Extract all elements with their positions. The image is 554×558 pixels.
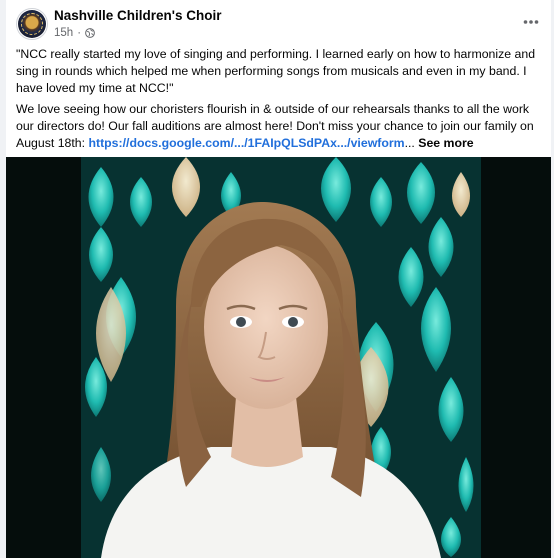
more-options-button[interactable] [517,8,545,36]
page-avatar[interactable] [16,8,48,40]
globe-icon [85,28,95,38]
post-body: We love seeing how our choristers flouri… [16,101,544,152]
timestamp[interactable]: 15h [54,27,73,39]
post-text: "NCC really started my love of singing a… [16,46,544,156]
ellipsis: ... [404,136,415,150]
post-meta: 15h · [54,27,95,39]
audition-form-link[interactable]: https://docs.google.com/.../1FAIpQLSdPAx… [88,136,404,150]
see-more-button[interactable]: See more [418,136,473,150]
chorister-photo [81,157,481,558]
meta-separator: · [77,27,82,39]
choir-logo [18,10,46,38]
post-media[interactable] [6,157,551,558]
page-name-link[interactable]: Nashville Children's Choir [54,8,222,23]
post-header: Nashville Children's Choir 15h · [6,0,551,44]
more-horizontal-icon [523,20,539,24]
photo-illustration [81,157,481,558]
post-card: Nashville Children's Choir 15h · "NCC re… [6,0,551,558]
post-quote: "NCC really started my love of singing a… [16,47,536,95]
